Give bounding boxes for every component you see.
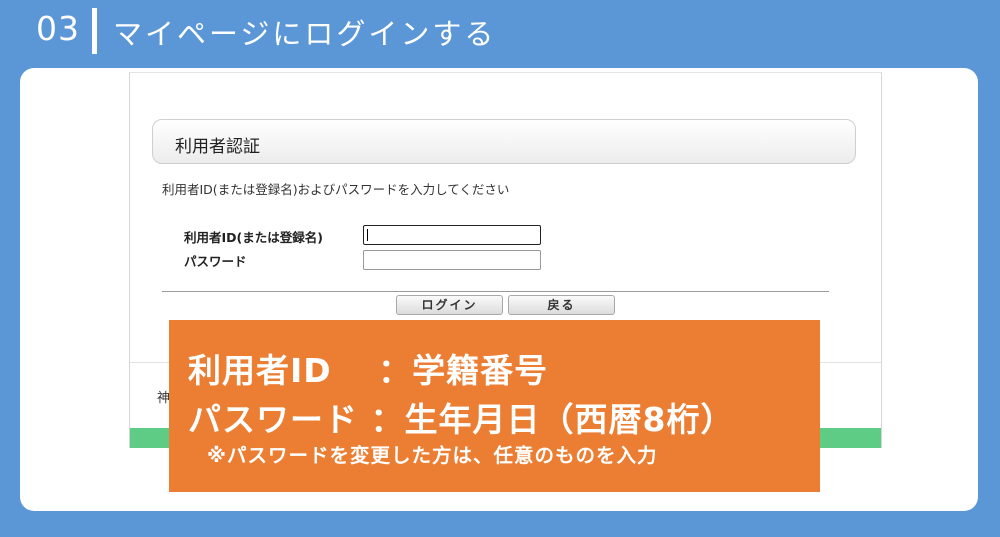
auth-heading-panel: 利用者認証 xyxy=(152,119,856,164)
user-id-input[interactable] xyxy=(363,225,541,245)
step-number: 03 xyxy=(36,9,80,48)
login-button[interactable]: ログイン xyxy=(396,295,503,315)
step-divider xyxy=(92,8,97,54)
callout-user-id-line: 利用者ID ：学籍番号 xyxy=(188,351,549,390)
password-input[interactable] xyxy=(363,250,541,270)
callout-note: ※パスワードを変更した方は、任意のものを入力 xyxy=(207,444,658,467)
callout-password-line: パスワード ：生年月日（西暦8桁） xyxy=(188,400,735,439)
slide-header: 03 マイページにログインする xyxy=(0,0,1000,64)
user-id-label: 利用者ID(または登録名) xyxy=(184,230,323,245)
credentials-callout: 利用者ID ：学籍番号 パスワード ：生年月日（西暦8桁） ※パスワードを変更し… xyxy=(169,320,820,492)
form-divider xyxy=(162,291,829,292)
password-label: パスワード xyxy=(184,254,247,269)
auth-instruction: 利用者ID(または登録名)およびパスワードを入力してください xyxy=(162,182,510,197)
auth-heading-title: 利用者認証 xyxy=(175,137,260,157)
step-title: マイページにログインする xyxy=(113,17,497,51)
back-button[interactable]: 戻る xyxy=(508,295,615,315)
text-caret xyxy=(367,229,368,241)
